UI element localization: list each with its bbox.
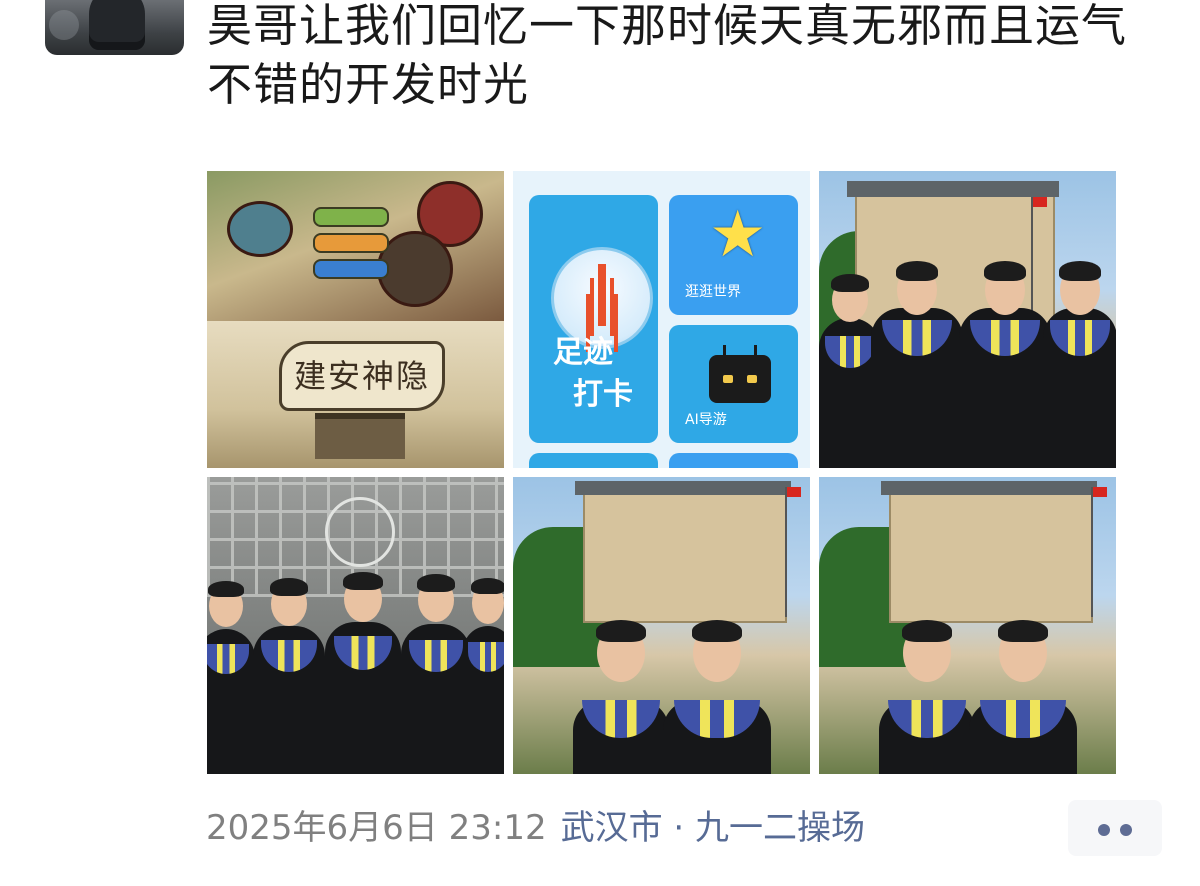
app-card-ai-label: AI导游 <box>685 412 727 428</box>
hair <box>902 620 952 642</box>
temple-illustration <box>315 413 405 459</box>
building-roof <box>575 481 791 495</box>
hair <box>1059 261 1101 281</box>
building-roof <box>847 181 1059 197</box>
university-seal <box>325 497 395 567</box>
robot-antenna <box>723 345 726 357</box>
more-actions-button[interactable] <box>1068 800 1162 856</box>
star-icon: ★ <box>709 198 767 272</box>
graduate <box>969 620 1077 774</box>
hair <box>984 261 1026 281</box>
graduate <box>463 574 504 774</box>
image-thumbnail-two-graduates[interactable] <box>513 477 810 774</box>
image-thumbnail-graduation-photo[interactable] <box>819 171 1116 468</box>
library-building <box>889 489 1093 623</box>
app-card-partial <box>529 453 658 468</box>
image-grid: 建安神隐录 足迹 打卡 ★ 逛逛世界 AI导游 <box>207 171 1117 774</box>
hair <box>270 578 308 596</box>
avatar-highlight <box>49 10 79 40</box>
flag <box>1091 487 1107 617</box>
post-text: 昊哥让我们回忆一下那时候天真无邪而且运气不错的开发时光 <box>207 0 1128 111</box>
graduate <box>325 568 401 774</box>
character-illustration <box>227 201 293 257</box>
image-thumbnail-app-screenshot[interactable]: 足迹 打卡 ★ 逛逛世界 AI导游 <box>513 171 810 468</box>
app-card-explore-label: 逛逛世界 <box>685 284 741 300</box>
pagoda-icon <box>598 264 606 326</box>
avatar[interactable] <box>45 0 184 55</box>
graduate <box>401 570 471 774</box>
hair <box>831 274 869 292</box>
app-card-checkin-title-line2: 打卡 <box>573 377 633 412</box>
post-location-link[interactable]: 武汉市 · 九一二操场 <box>561 808 865 848</box>
hair <box>998 620 1048 642</box>
robot-icon <box>709 345 771 403</box>
game-menu-button <box>313 259 389 279</box>
graduate <box>663 620 771 774</box>
more-icon <box>1098 824 1110 836</box>
image-thumbnail-two-graduates[interactable] <box>819 477 1116 774</box>
graduate <box>573 620 669 774</box>
avatar-figure <box>89 0 145 50</box>
app-card-checkin: 足迹 打卡 <box>529 195 658 443</box>
graduate <box>253 574 325 774</box>
building-roof <box>881 481 1097 495</box>
hair <box>471 578 504 594</box>
game-logo: 建安神隐录 <box>279 341 445 459</box>
image-thumbnail-group-photo[interactable] <box>207 477 504 774</box>
graduate <box>1043 253 1116 468</box>
library-building <box>583 489 787 623</box>
app-card-ai-guide: AI导游 <box>669 325 798 443</box>
hair <box>343 572 383 590</box>
game-menu-button <box>313 207 389 227</box>
flag <box>785 487 801 617</box>
app-card-partial <box>669 453 798 468</box>
image-thumbnail-game-poster[interactable]: 建安神隐录 <box>207 171 504 468</box>
graduate <box>959 253 1051 468</box>
app-card-checkin-title-line1: 足迹 <box>553 335 613 370</box>
app-card-explore: ★ 逛逛世界 <box>669 195 798 315</box>
game-menu-button <box>313 233 389 253</box>
more-icon <box>1120 824 1132 836</box>
post-timestamp: 2025年6月6日 23:12 <box>206 808 547 848</box>
hair <box>596 620 646 642</box>
post-meta: 2025年6月6日 23:12 武汉市 · 九一二操场 <box>206 803 865 853</box>
graduate <box>871 253 963 468</box>
hair <box>208 581 244 597</box>
hair <box>417 574 455 592</box>
hair <box>692 620 742 642</box>
graduate <box>207 579 255 774</box>
graduate <box>879 620 975 774</box>
robot-antenna <box>754 345 757 357</box>
hair <box>896 261 938 281</box>
